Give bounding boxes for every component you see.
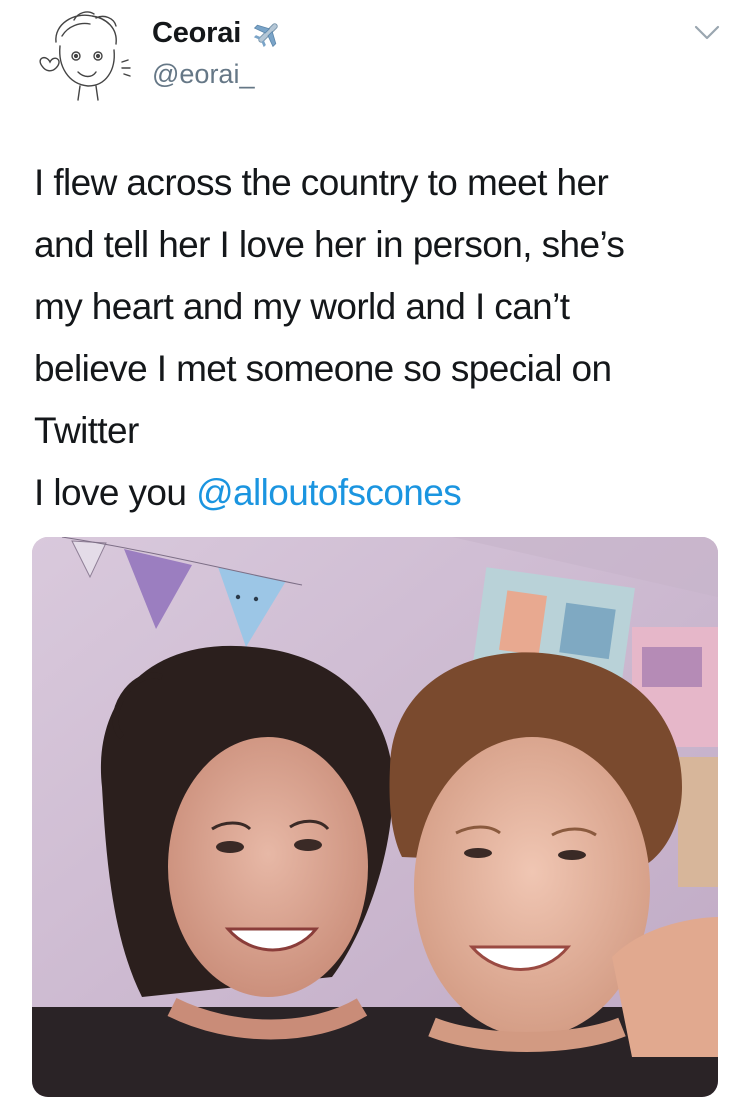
tweet-text-closing: I love you @alloutofscones	[34, 462, 724, 524]
tweet: Ceorai @eorai_ I flew across the country…	[0, 0, 749, 1097]
tweet-text-line: Twitter	[34, 410, 139, 451]
avatar[interactable]	[34, 6, 138, 104]
tweet-text: I flew across the country to meet her an…	[34, 152, 724, 524]
tweet-text-line: believe I met someone so special on	[34, 348, 612, 389]
tweet-text-line: I flew across the country to meet her	[34, 162, 609, 203]
selfie-photo-image	[32, 537, 718, 1097]
tweet-text-line: my heart and my world and I can’t	[34, 286, 570, 327]
closing-text: I love you	[34, 472, 197, 513]
mention-link[interactable]: @alloutofscones	[196, 472, 462, 513]
chevron-down-icon[interactable]	[694, 24, 720, 42]
author-handle[interactable]: @eorai_	[152, 58, 254, 90]
tweet-text-line: and tell her I love her in person, she’s	[34, 224, 625, 265]
display-name[interactable]: Ceorai	[152, 16, 285, 50]
airplane-icon	[251, 16, 285, 50]
display-name-text: Ceorai	[152, 17, 242, 49]
avatar-sketch-icon	[34, 6, 138, 104]
tweet-photo[interactable]	[32, 537, 718, 1097]
